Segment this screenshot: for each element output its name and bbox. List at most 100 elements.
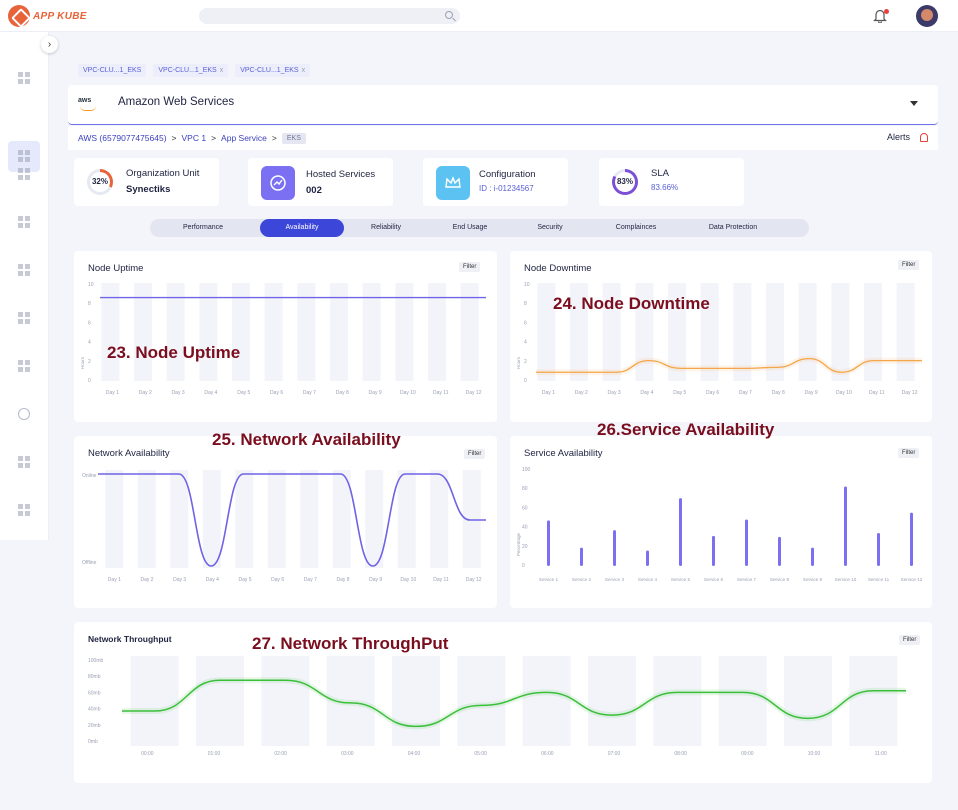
bar <box>613 530 616 566</box>
x-tick-label: Day 3 <box>172 390 185 396</box>
app-logo[interactable]: APP KUBE <box>8 5 87 27</box>
close-icon[interactable]: x <box>302 67 306 74</box>
close-icon[interactable]: x <box>220 67 224 74</box>
kpi-configuration: Configuration ID : i-01234567 <box>423 158 568 206</box>
bar <box>877 533 880 566</box>
background-column <box>130 656 179 746</box>
x-tick-label: Day 2 <box>140 577 153 583</box>
breadcrumb-app-service[interactable]: App Service <box>221 133 267 143</box>
x-tick-label: 11:00 <box>875 751 887 757</box>
kpi-label: Hosted Services <box>306 169 376 180</box>
y-tick-label: 40 <box>522 525 528 531</box>
x-tick-label: Service 6 <box>704 577 724 582</box>
user-avatar[interactable] <box>916 5 938 27</box>
tab-performance[interactable]: Performance <box>158 219 248 237</box>
x-tick-label: Day 1 <box>542 390 555 396</box>
x-tick-label: 06:00 <box>541 751 554 757</box>
bar <box>547 520 550 566</box>
provider-selector[interactable]: aws Amazon Web Services <box>68 85 938 125</box>
panel-node-downtime: Node Downtime Filter 10 8 6 4 2 0 Hours Day 1 Da… <box>510 251 932 422</box>
kpi-value: Synectiks <box>126 184 171 195</box>
kpi-label: SLA <box>651 168 669 179</box>
grid-icon[interactable] <box>18 456 30 468</box>
x-tick-label: Day 4 <box>206 577 219 583</box>
breadcrumb-separator: > <box>171 133 177 143</box>
dashboard-icon[interactable] <box>18 72 30 84</box>
service-availability-chart: 100 80 60 40 20 0 Percentage Service 1 Service 2… <box>516 467 923 582</box>
background-column <box>365 470 384 568</box>
breadcrumb-separator: > <box>211 133 217 143</box>
x-tick-label: Day 10 <box>836 390 852 396</box>
chart-icon <box>261 166 295 200</box>
bar <box>646 550 649 566</box>
tab-label: VPC-CLU...1_EKS <box>83 67 142 74</box>
top-bar: APP KUBE <box>0 0 958 32</box>
annotation-network-availability: 25. Network Availability <box>212 430 401 449</box>
sidebar-toggle-chevron-icon[interactable]: › <box>41 36 58 53</box>
y-tick-label: 20mb <box>88 723 101 729</box>
tab-security[interactable]: Security <box>512 219 588 237</box>
aws-logo: aws <box>78 96 102 114</box>
x-tick-label: 09:00 <box>741 751 754 757</box>
tab-compliances[interactable]: Complainces <box>594 219 678 237</box>
background-column <box>653 656 702 746</box>
search-input[interactable] <box>199 8 460 24</box>
tab-data-protection[interactable]: Data Protection <box>690 219 776 237</box>
x-tick-label: 04:00 <box>408 751 421 757</box>
tab-cluster-3[interactable]: VPC-CLU...1_EKS x <box>235 64 311 77</box>
panel-node-uptime: Node Uptime Filter 10 8 6 4 2 0 Hours Day 1 Day … <box>74 251 497 422</box>
search-icon[interactable] <box>445 11 453 19</box>
bar <box>844 486 847 566</box>
alert-bell-icon[interactable] <box>920 133 928 142</box>
tab-end-usage[interactable]: End Usage <box>430 219 510 237</box>
tab-cluster-2[interactable]: VPC-CLU...1_EKS x <box>153 64 229 77</box>
grid-icon[interactable] <box>18 216 30 228</box>
tab-availability[interactable]: Availability <box>260 219 344 237</box>
alerts-label[interactable]: Alerts <box>887 132 910 142</box>
grid-icon[interactable] <box>18 264 30 276</box>
x-tick-label: Service 7 <box>737 577 757 582</box>
panel-network-availability: Network Availability Filter Online Offlin… <box>74 436 497 608</box>
kpi-hosted-services: Hosted Services 002 <box>248 158 393 206</box>
annotation-network-throughput: 27. Network ThroughPut <box>252 634 449 653</box>
x-tick-label: 10:00 <box>808 751 821 757</box>
kpi-label: Organization Unit <box>126 168 200 179</box>
x-tick-label: Day 3 <box>608 390 621 396</box>
x-tick-label: Day 12 <box>466 577 482 583</box>
y-tick-label: 4 <box>524 340 527 346</box>
y-tick-label: 2 <box>524 359 527 365</box>
x-tick-label: Service 2 <box>572 577 592 582</box>
x-tick-label: Day 1 <box>108 577 121 583</box>
y-axis-label: Hours <box>516 356 521 369</box>
assets-icon[interactable] <box>18 168 30 180</box>
grid-icon[interactable] <box>18 360 30 372</box>
x-tick-label: Day 4 <box>640 390 653 396</box>
tab-reliability[interactable]: Reliability <box>346 219 426 237</box>
background-column <box>718 656 767 746</box>
background-column <box>397 470 416 568</box>
background-column <box>849 656 898 746</box>
panel-network-throughput: Network Throughput Filter 100mb 80mb 60mb 4… <box>74 622 932 783</box>
grid-icon[interactable] <box>18 312 30 324</box>
cluster-tabs: VPC-CLU...1_EKS VPC-CLU...1_EKS x VPC-CLU… <box>78 64 311 77</box>
bar <box>745 519 748 566</box>
breadcrumb-vpc[interactable]: VPC 1 <box>182 133 207 143</box>
tab-cluster-1[interactable]: VPC-CLU...1_EKS <box>78 64 147 77</box>
chevron-down-icon[interactable] <box>910 101 918 106</box>
y-tick-label: 10 <box>88 282 94 288</box>
x-tick-label: Day 11 <box>433 577 449 583</box>
settings-gear-icon[interactable] <box>18 408 30 420</box>
x-tick-label: Service 9 <box>803 577 823 582</box>
breadcrumb-account[interactable]: AWS (6579077475645) <box>78 133 167 143</box>
grid-icon[interactable] <box>18 504 30 516</box>
node-uptime-chart: 10 8 6 4 2 0 Hours Day 1 Day 2 Day 3 Day 4 Day 5 Day… <box>80 282 486 396</box>
y-tick-label: 2 <box>88 359 91 365</box>
sidebar <box>0 32 49 540</box>
background-column <box>202 470 221 568</box>
background-column <box>235 470 254 568</box>
node-downtime-chart: 10 8 6 4 2 0 Hours Day 1 Day 2 Day 3 Day 4 Day 5 Day… <box>516 282 922 396</box>
series-line <box>97 473 486 567</box>
x-tick-label: Day 6 <box>706 390 719 396</box>
y-tick-label: 6 <box>524 320 527 326</box>
x-tick-label: Service 1 <box>539 577 559 582</box>
